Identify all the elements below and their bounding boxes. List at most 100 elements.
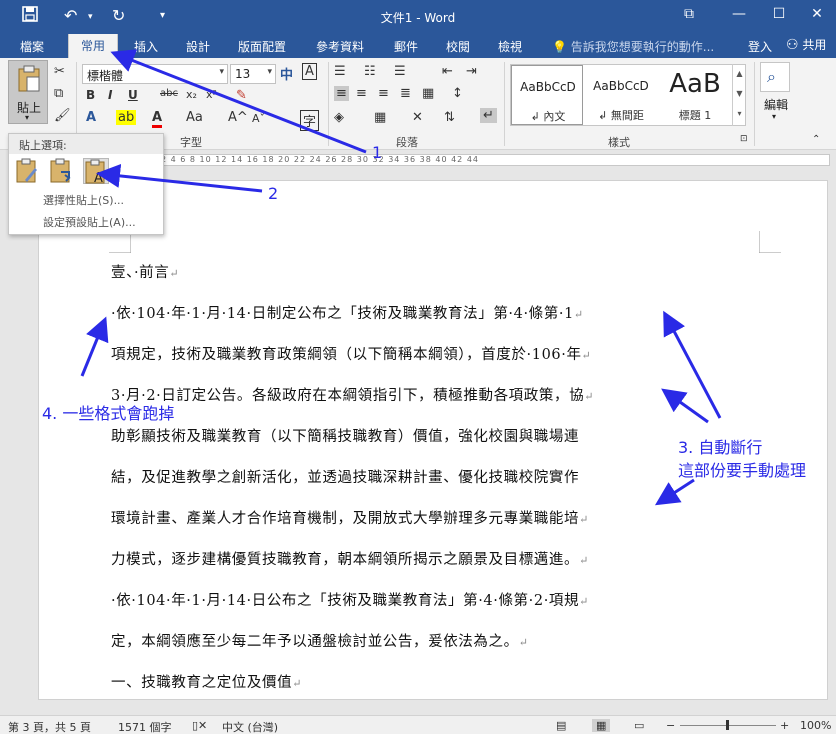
- superscript-button[interactable]: x²: [206, 88, 217, 101]
- search-icon: ⌕: [767, 67, 776, 86]
- decrease-indent-icon[interactable]: ⇤: [442, 64, 453, 79]
- enclose-character-icon[interactable]: 字: [300, 110, 320, 131]
- zoom-out-icon[interactable]: −: [666, 719, 675, 732]
- clipboard-icon: [17, 65, 41, 96]
- sign-in-link[interactable]: 登入: [748, 38, 772, 55]
- status-bar: 第 3 頁，共 5 頁 1571 個字 ▯✕ 中文 (台灣) ▤ ▦ ▭ − +…: [0, 715, 836, 734]
- justify-icon[interactable]: ≣: [400, 86, 411, 101]
- tab-review[interactable]: 校閱: [446, 38, 470, 55]
- proofing-icon[interactable]: ▯✕: [192, 719, 207, 732]
- increase-indent-icon[interactable]: ⇥: [466, 64, 477, 79]
- tab-references[interactable]: 參考資料: [316, 38, 364, 55]
- keep-text-only-icon[interactable]: A: [83, 158, 109, 186]
- paste-options-menu: 貼上選項: A 選擇性貼上(S)... 設定預設貼上(A)...: [8, 133, 164, 235]
- show-marks-icon[interactable]: ↵: [480, 108, 497, 123]
- word-count[interactable]: 1571 個字: [118, 719, 172, 734]
- editing-label: 編輯: [764, 98, 789, 112]
- tab-mailings[interactable]: 郵件: [394, 38, 418, 55]
- character-border-icon[interactable]: A: [302, 63, 317, 80]
- underline-button[interactable]: U: [128, 88, 138, 102]
- numbering-icon[interactable]: ☷: [364, 64, 376, 79]
- tab-view[interactable]: 檢視: [498, 38, 522, 55]
- line-spacing-icon[interactable]: ↕: [452, 86, 463, 101]
- multilevel-list-icon[interactable]: ☰: [394, 64, 406, 79]
- format-painter-icon[interactable]: 🖌: [54, 108, 71, 123]
- tab-layout[interactable]: 版面配置: [238, 38, 286, 55]
- paste-special-item[interactable]: 選擇性貼上(S)...: [43, 192, 124, 208]
- dialog-launcher-icon[interactable]: ⊡: [740, 134, 748, 144]
- keep-source-formatting-icon[interactable]: [15, 158, 41, 184]
- italic-button[interactable]: I: [108, 88, 112, 102]
- clear-formatting-icon[interactable]: ✎: [236, 88, 247, 103]
- distributed-icon[interactable]: ▦: [422, 86, 434, 101]
- text-effects-icon[interactable]: A: [86, 110, 96, 125]
- share-button[interactable]: ⚇ 共用: [786, 36, 826, 53]
- chevron-down-icon: ▾: [267, 67, 272, 77]
- zoom-in-icon[interactable]: +: [780, 719, 789, 732]
- editing-button[interactable]: ⌕: [760, 62, 790, 92]
- change-case-icon[interactable]: Aa: [186, 110, 203, 125]
- margin-corner: [759, 231, 781, 253]
- tab-insert[interactable]: 插入: [134, 38, 158, 55]
- phonetic-guide-icon[interactable]: 中: [280, 64, 293, 83]
- collapse-ribbon-icon[interactable]: ⌃: [812, 134, 820, 145]
- merge-formatting-icon[interactable]: [49, 158, 75, 184]
- font-size-select[interactable]: 13 ▾: [230, 64, 276, 84]
- style-no-spacing[interactable]: AaBbCcD ↲ 無間距: [585, 65, 657, 125]
- paragraph-line: 定，本綱領應至少每二年予以通盤檢討並公告，爰依法為之。↵: [111, 630, 529, 651]
- paragraph-mark: ↵: [579, 513, 589, 526]
- style-sample: AaB: [669, 69, 721, 99]
- language-status[interactable]: 中文 (台灣): [222, 719, 278, 734]
- paragraph-line: 結，及促進教學之創新活化，並透過技職深耕計畫、優化技職校院實作: [111, 466, 579, 487]
- styles-scroll[interactable]: ▲ ▼ ▾: [732, 64, 746, 126]
- tab-home[interactable]: 常用: [68, 34, 119, 58]
- chevron-up-icon[interactable]: ▲: [733, 64, 746, 84]
- set-default-paste-item[interactable]: 設定預設貼上(A)...: [43, 214, 136, 230]
- align-right-icon[interactable]: ≡: [378, 86, 389, 101]
- paragraph-line: ·依·104·年·1·月·14·日制定公布之「技術及職業教育法」第·4·條第·1…: [111, 302, 584, 323]
- ruler-marks: 2 4 6 8 10 12 14 16 18 20 22 24 26 28 30…: [161, 155, 479, 164]
- more-styles-icon[interactable]: ▾: [733, 104, 746, 124]
- sort-icon[interactable]: ⇅: [444, 110, 455, 125]
- subscript-button[interactable]: x₂: [186, 88, 197, 101]
- tab-file[interactable]: 檔案: [20, 38, 44, 55]
- shrink-font-icon[interactable]: Aˇ: [252, 112, 265, 125]
- tab-design[interactable]: 設計: [186, 38, 210, 55]
- annotation-4: 4. 一些格式會跑掉: [42, 404, 175, 423]
- zoom-thumb[interactable]: [726, 720, 729, 730]
- read-mode-icon[interactable]: ▤: [556, 719, 566, 732]
- borders-icon[interactable]: ▦: [374, 110, 386, 125]
- font-name-select[interactable]: 標楷體 ▾: [82, 64, 228, 84]
- ribbon-display-icon[interactable]: ⧉: [674, 6, 704, 22]
- paragraph-mark: ↵: [292, 677, 303, 690]
- shading-icon[interactable]: ◈: [334, 110, 344, 125]
- paste-button[interactable]: 貼上 ▾: [8, 60, 48, 124]
- bold-button[interactable]: B: [86, 88, 95, 102]
- paragraph-line: ·依·104·年·1·月·14·日公布之「技術及職業教育法」第·4·條第·2·項…: [111, 589, 589, 610]
- page-count[interactable]: 第 3 頁，共 5 頁: [8, 719, 91, 734]
- font-color-icon[interactable]: A: [152, 110, 163, 128]
- font-name-value: 標楷體: [87, 69, 124, 83]
- align-center-icon[interactable]: ≡: [356, 86, 367, 101]
- grow-font-icon[interactable]: A^: [228, 110, 248, 125]
- minimize-button[interactable]: —: [724, 6, 754, 22]
- style-name: ↲ 內文: [530, 110, 566, 123]
- chevron-down-icon[interactable]: ▼: [733, 84, 746, 104]
- align-left-icon[interactable]: ≡: [334, 86, 349, 101]
- close-button[interactable]: ✕: [802, 6, 832, 22]
- tell-me-box[interactable]: 💡 告訴我您想要執行的動作...: [552, 38, 714, 55]
- highlight-icon[interactable]: ab: [116, 110, 137, 125]
- style-normal[interactable]: AaBbCcD ↲ 內文: [511, 65, 583, 125]
- zoom-level[interactable]: 100%: [800, 719, 831, 732]
- print-layout-icon[interactable]: ▦: [592, 719, 611, 732]
- style-heading-1[interactable]: AaB 標題 1: [659, 65, 731, 125]
- line-text: 結，及促進教學之創新活化，並透過技職深耕計畫、優化技職校院實作: [111, 470, 580, 486]
- maximize-button[interactable]: ☐: [764, 6, 794, 22]
- copy-icon[interactable]: ⧉: [54, 86, 63, 101]
- chinese-layout-icon[interactable]: ✕: [412, 110, 423, 125]
- bullets-icon[interactable]: ☰: [334, 64, 346, 79]
- ruler-bar[interactable]: 2 4 6 8 10 12 14 16 18 20 22 24 26 28 30…: [160, 154, 830, 166]
- strikethrough-button[interactable]: abc: [160, 88, 178, 99]
- cut-icon[interactable]: ✂: [54, 64, 65, 79]
- web-layout-icon[interactable]: ▭: [634, 719, 644, 732]
